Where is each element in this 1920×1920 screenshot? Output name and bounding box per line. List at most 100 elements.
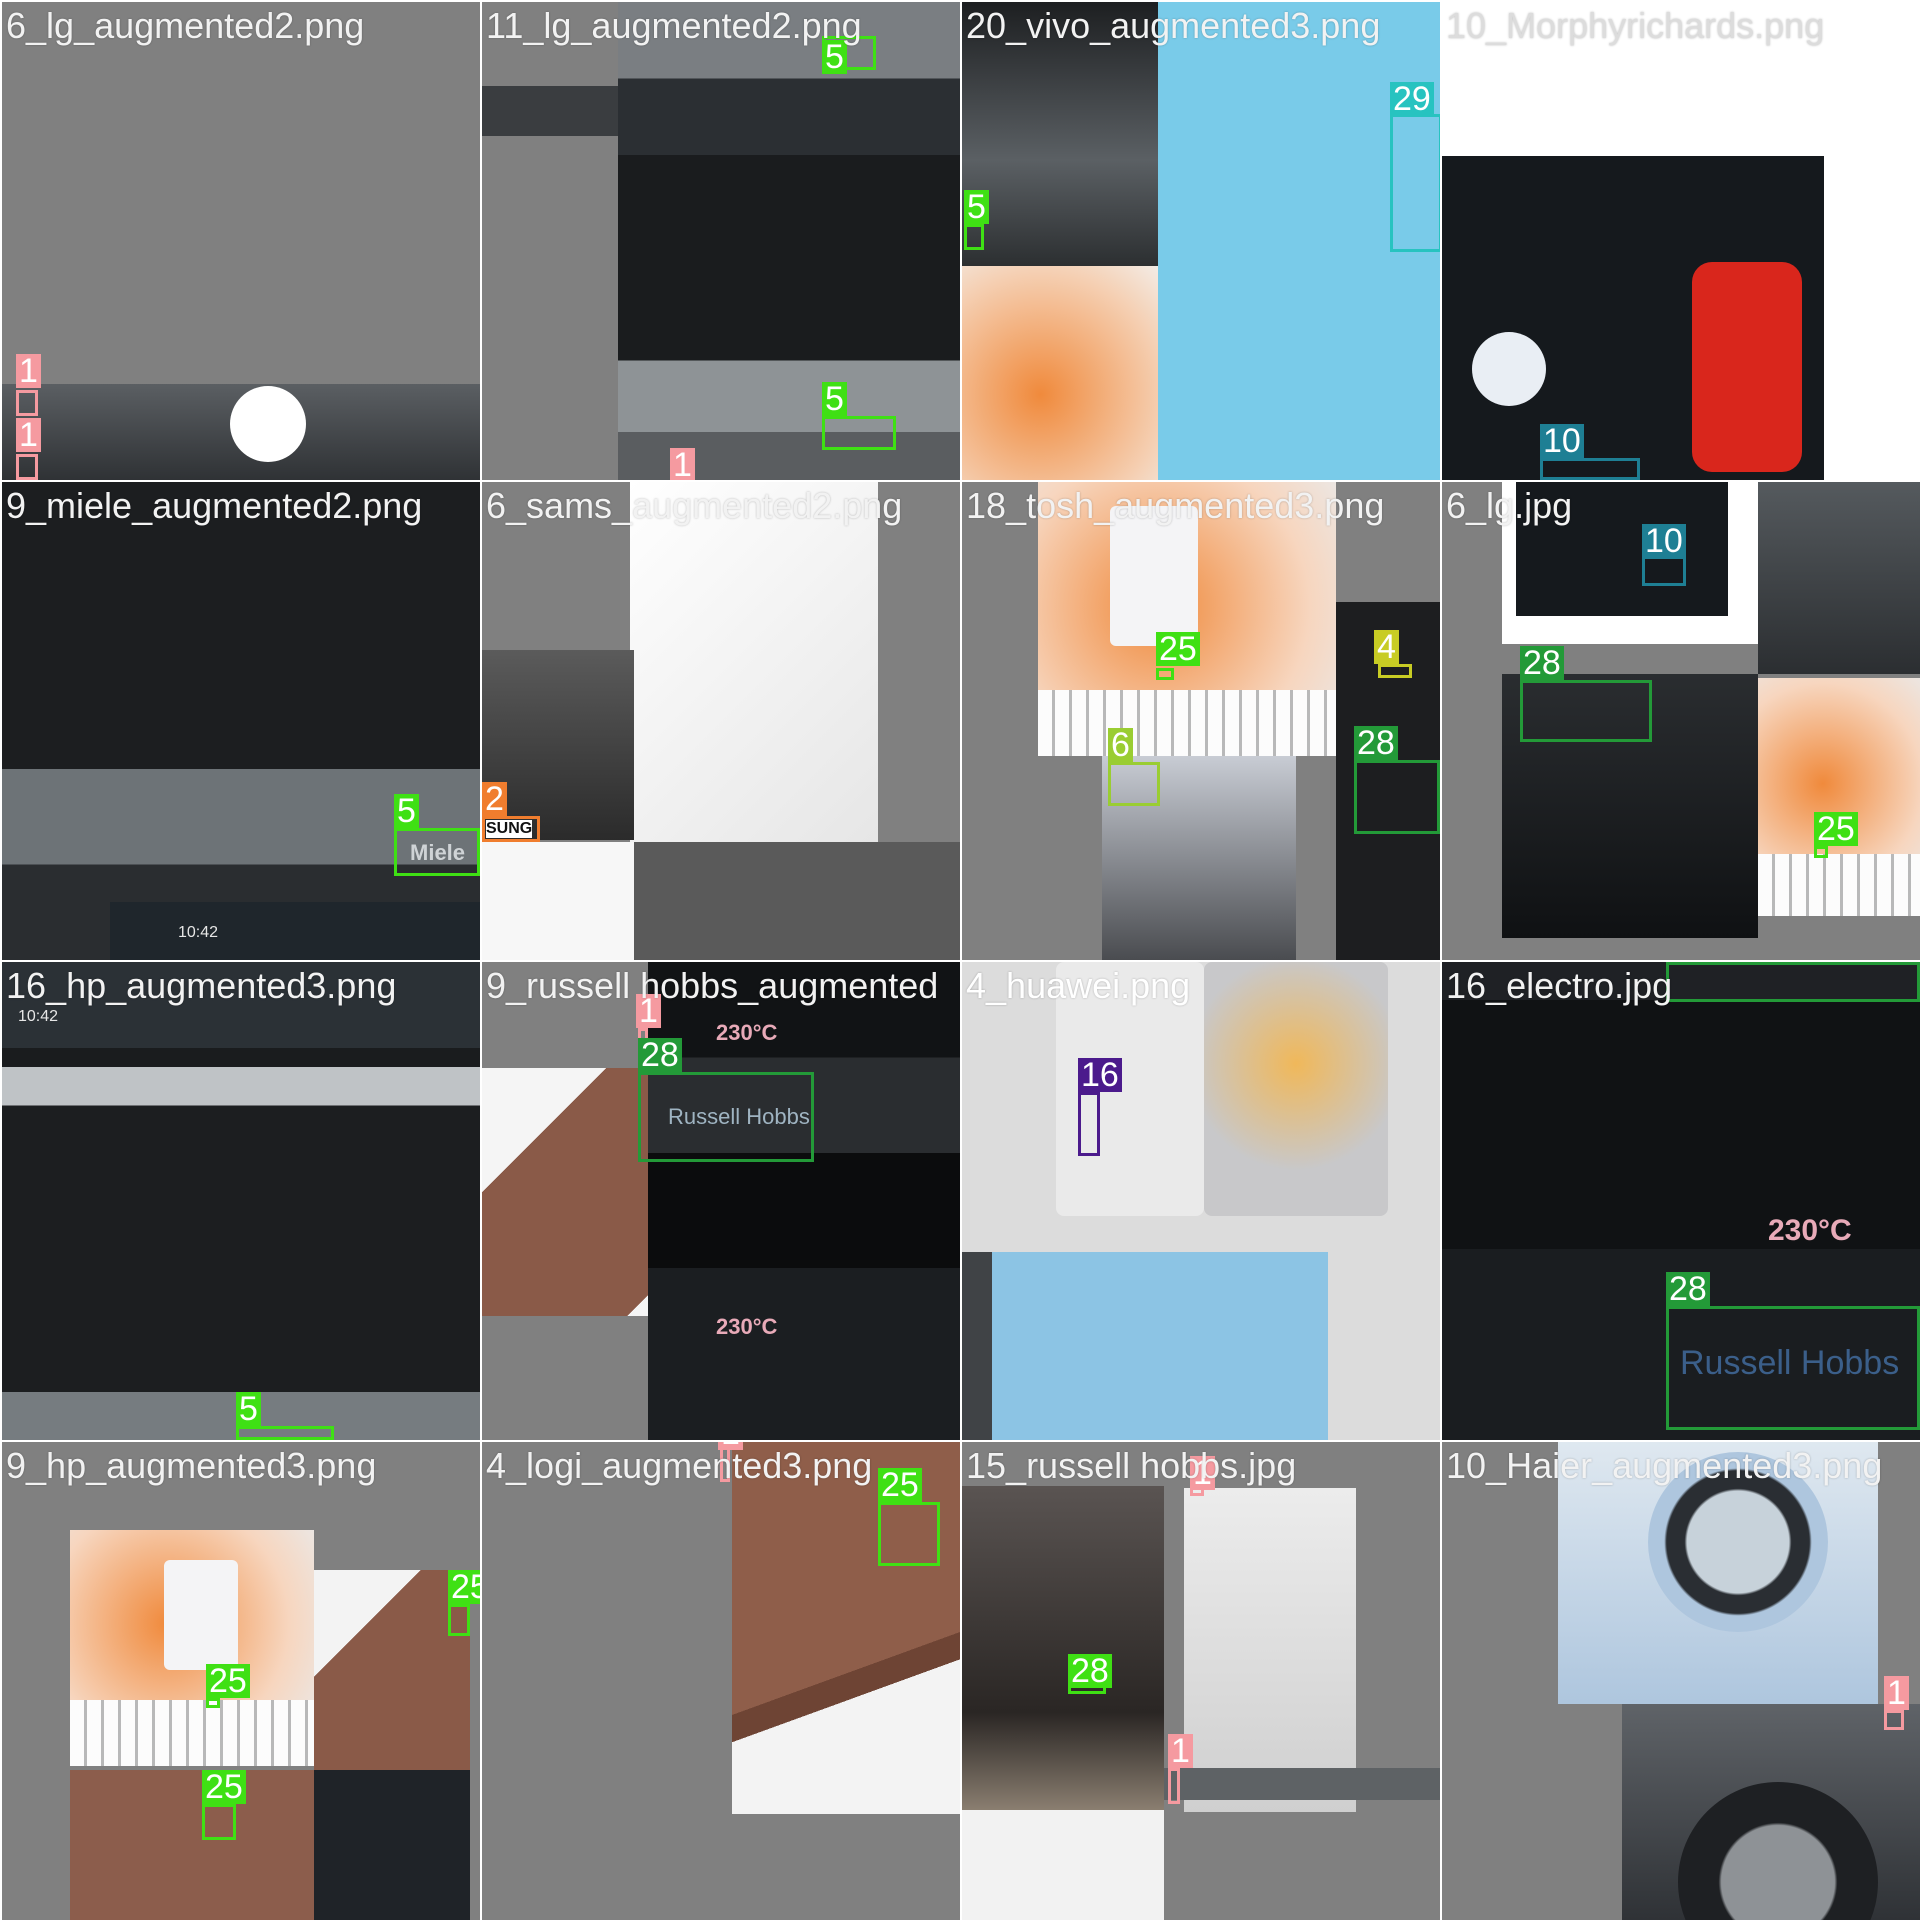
laptop-image	[482, 1068, 648, 1316]
mosaic-tile-13: 9_hp_augmented3.png 25 25 25	[2, 1442, 480, 1920]
tile-title: 10_Haier_augmented3.png	[1446, 1445, 1883, 1486]
tile-title: 6_lg_augmented2.png	[6, 5, 365, 46]
class-label: 25	[1156, 632, 1200, 666]
class-label: 6	[1108, 728, 1133, 762]
oven-image	[2, 482, 480, 960]
clock-readout: 10:42	[178, 924, 219, 941]
phone-back-image	[992, 1252, 1328, 1440]
detection-box	[1666, 962, 1920, 1002]
oven-display	[110, 902, 480, 960]
laptop-lid-image	[732, 1442, 960, 1814]
class-label: 5	[964, 190, 989, 224]
detection-box	[394, 828, 480, 876]
mosaic-tile-7: 18_tosh_augmented3.png 25 4 6 28	[962, 482, 1440, 960]
keyboard-image	[1758, 854, 1920, 916]
mosaic-tile-8: 6_lg.jpg 10 28 25	[1442, 482, 1920, 960]
class-label: 1	[16, 354, 41, 388]
detection-box	[1168, 1768, 1180, 1804]
oven-control-panel-image	[648, 962, 960, 1440]
class-label: 10	[1540, 424, 1584, 458]
class-label: 25	[878, 1468, 922, 1502]
detection-box	[1108, 762, 1160, 806]
class-label: 25	[448, 1570, 480, 1604]
kitchen-scene-image	[962, 1486, 1164, 1810]
detection-box	[1540, 458, 1640, 480]
detection-box	[448, 1604, 470, 1636]
tile-title: 4_logi_augmented3.png	[486, 1445, 873, 1486]
class-label: 1	[1168, 1734, 1193, 1768]
tile-title: 15_russell hobbs.jpg	[966, 1445, 1297, 1486]
dark-strip-image	[962, 1252, 992, 1440]
control-strip-image	[482, 86, 618, 136]
temperature-readout: 230°C	[716, 1314, 778, 1339]
class-label: 2	[482, 782, 507, 816]
tile-title: 16_electro.jpg	[1446, 965, 1673, 1006]
class-label: 25	[1814, 812, 1858, 846]
detection-box	[1520, 680, 1652, 742]
detection-box	[822, 416, 896, 450]
start-menu-image	[1110, 506, 1198, 646]
tile-title: 6_sams_augmented2.png	[486, 485, 903, 526]
mosaic-tile-10: 230°C 230°C 9_russell hobbs_augmented 28…	[482, 962, 960, 1440]
detection-box	[16, 454, 38, 480]
class-label: 1	[670, 448, 695, 480]
detection-box	[964, 224, 984, 250]
tile-title: 4_huawei.png	[966, 965, 1191, 1006]
dial-knob	[230, 386, 306, 462]
class-label: 28	[638, 1038, 682, 1072]
detection-box	[482, 816, 540, 842]
laptop-lid-image	[70, 1770, 314, 1920]
mosaic-tile-14: 4_logi_augmented3.png 25 1	[482, 1442, 960, 1920]
washer-image	[1758, 482, 1920, 674]
class-label: 1	[16, 418, 41, 452]
mesh-image	[634, 842, 960, 960]
temperature-readout: 230°C	[716, 1020, 778, 1045]
wallpaper-image	[962, 266, 1158, 480]
detection-box	[1666, 1306, 1920, 1430]
tile-title: 9_russell hobbs_augmented	[486, 965, 939, 1006]
tile-title: 9_hp_augmented3.png	[6, 1445, 377, 1486]
mosaic-tile-11: 4_huawei.png 16	[962, 962, 1440, 1440]
class-label: 4	[1374, 630, 1399, 664]
tile-title: 16_hp_augmented3.png	[6, 965, 397, 1006]
temperature-readout: 230°C	[1768, 1214, 1852, 1247]
class-label: 5	[394, 794, 419, 828]
class-label: 16	[1078, 1058, 1122, 1092]
appliance-white-image	[630, 482, 878, 842]
class-label: 28	[1666, 1272, 1710, 1306]
appliance-strip-image	[1164, 1768, 1440, 1800]
start-menu-image	[164, 1560, 238, 1670]
tile-title: 11_lg_augmented2.png	[486, 5, 862, 46]
class-label: 1	[1884, 1676, 1909, 1710]
laptop-image	[314, 1570, 470, 1770]
tile-title: 18_tosh_augmented3.png	[966, 485, 1385, 526]
mosaic-tile-15: 15_russell hobbs.jpg 1 1 28	[962, 1442, 1440, 1920]
detection-box	[202, 1804, 236, 1840]
detection-box	[236, 1426, 334, 1440]
detection-box	[1642, 556, 1686, 586]
class-label: 5	[822, 382, 847, 416]
class-label: 25	[206, 1664, 250, 1698]
detection-box	[1156, 668, 1174, 680]
phone-back-image	[1204, 962, 1388, 1216]
sticker-badge	[1472, 332, 1546, 406]
oven-image	[618, 2, 960, 480]
keyboard-image	[1038, 690, 1336, 756]
dishwasher-image	[1184, 1488, 1356, 1812]
tile-title: 20_vivo_augmented3.png	[966, 5, 1381, 46]
class-label: 29	[1390, 82, 1434, 116]
mosaic-tile-5: 9_miele_augmented2.png 5 Miele 10:42	[2, 482, 480, 960]
detection-box	[878, 1502, 940, 1566]
class-label: 25	[202, 1770, 246, 1804]
mosaic-tile-1: 6_lg_augmented2.png 1 1	[2, 2, 480, 480]
class-label: 28	[1354, 726, 1398, 760]
sticker-badge	[1692, 262, 1802, 472]
detection-box	[1378, 664, 1412, 678]
detection-box	[16, 390, 38, 416]
tile-title: 6_lg.jpg	[1446, 485, 1573, 526]
class-label: 28	[1520, 646, 1564, 680]
white-strip-image	[482, 842, 634, 960]
phone-image	[962, 1810, 1164, 1920]
mosaic-tile-16: 10_Haier_augmented3.png 1	[1442, 1442, 1920, 1920]
mosaic-tile-3: 20_vivo_augmented3.png 29 5	[962, 2, 1440, 480]
